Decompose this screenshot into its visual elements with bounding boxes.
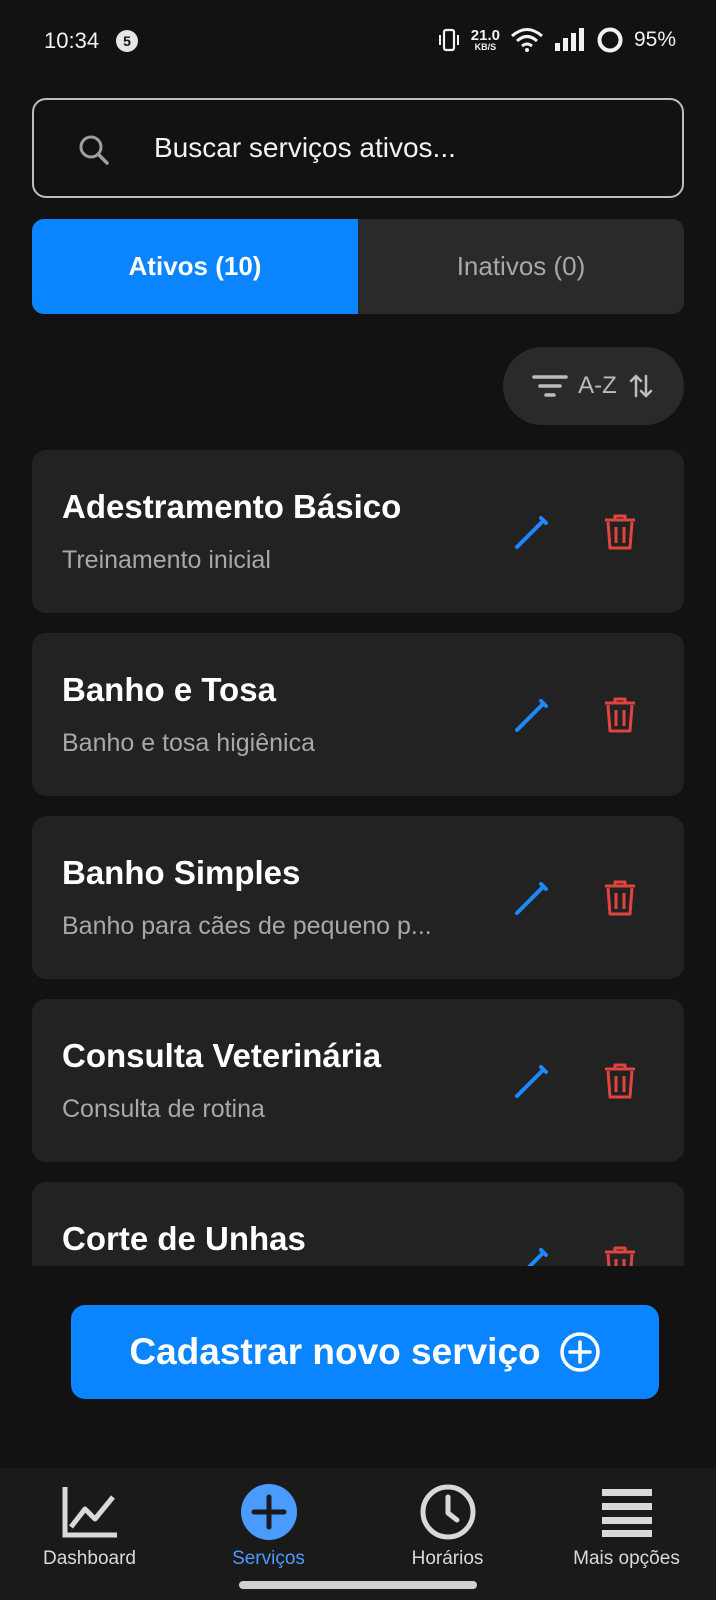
- add-service-label: Cadastrar novo serviço: [129, 1331, 541, 1372]
- list-item[interactable]: Banho e Tosa Banho e tosa higiênica: [32, 633, 684, 796]
- search-icon: [79, 135, 109, 165]
- edit-icon[interactable]: [512, 695, 552, 735]
- edit-icon[interactable]: [512, 1244, 552, 1266]
- wifi-icon: [510, 28, 543, 52]
- nav-item-dashboard[interactable]: Dashboard: [0, 1482, 179, 1592]
- service-title: Adestramento Básico: [62, 488, 402, 525]
- service-title: Corte de Unhas: [62, 1220, 306, 1257]
- service-title: Consulta Veterinária: [62, 1037, 382, 1074]
- search-input[interactable]: [154, 100, 654, 196]
- status-time: 10:34: [44, 28, 100, 53]
- edit-icon[interactable]: [512, 512, 552, 552]
- nav-label-servicos: Serviços: [232, 1548, 305, 1569]
- status-icons: 21.0 KB/S 95%: [437, 26, 676, 54]
- search-bar[interactable]: [32, 98, 684, 198]
- filter-icon: [532, 375, 568, 397]
- edit-icon[interactable]: [512, 1061, 552, 1101]
- sort-arrows-icon: [629, 374, 653, 398]
- add-service-button[interactable]: Cadastrar novo serviço: [71, 1305, 659, 1399]
- list-item[interactable]: Adestramento Básico Treinamento inicial: [32, 450, 684, 613]
- list-item[interactable]: Banho Simples Banho para cães de pequeno…: [32, 816, 684, 979]
- trash-icon[interactable]: [602, 695, 638, 735]
- notification-count-badge: 5: [116, 30, 138, 52]
- status-tabs: Ativos (10) Inativos (0): [32, 219, 684, 314]
- trash-icon[interactable]: [602, 1244, 638, 1266]
- nav-item-servicos[interactable]: Serviços: [179, 1482, 358, 1592]
- nav-item-horarios[interactable]: Horários: [358, 1482, 537, 1592]
- nav-label-dashboard: Dashboard: [43, 1548, 136, 1569]
- battery-ring-icon: [597, 27, 623, 53]
- clock-icon: [420, 1484, 475, 1540]
- tab-inativos[interactable]: Inativos (0): [358, 219, 684, 314]
- service-description: Treinamento inicial: [62, 546, 271, 574]
- vibrate-icon: [438, 28, 459, 52]
- service-title: Banho Simples: [62, 854, 301, 891]
- list-item[interactable]: Consulta Veterinária Consulta de rotina: [32, 999, 684, 1162]
- trash-icon[interactable]: [602, 878, 638, 918]
- nav-label-mais-opcoes: Mais opções: [573, 1548, 680, 1569]
- home-indicator[interactable]: [239, 1581, 477, 1589]
- sort-label: A-Z: [578, 372, 617, 399]
- sort-button[interactable]: A-Z: [503, 347, 684, 425]
- service-description: Banho para cães de pequeno p...: [62, 912, 432, 940]
- nav-label-horarios: Horários: [411, 1548, 484, 1569]
- service-description: Banho e tosa higiênica: [62, 729, 315, 757]
- battery-percentage: 95%: [633, 28, 676, 51]
- tab-ativos[interactable]: Ativos (10): [32, 219, 358, 314]
- chart-line-icon: [62, 1487, 117, 1538]
- trash-icon[interactable]: [602, 1061, 638, 1101]
- nav-item-mais-opcoes[interactable]: Mais opções: [537, 1482, 716, 1592]
- signal-icon: [554, 28, 584, 51]
- plus-circle-icon: [559, 1332, 600, 1372]
- trash-icon[interactable]: [602, 512, 638, 552]
- service-title: Banho e Tosa: [62, 671, 276, 708]
- service-list[interactable]: Adestramento Básico Treinamento inicial …: [32, 450, 684, 1266]
- network-speed: 21.0 KB/S: [470, 27, 500, 52]
- plus-circle-icon: [240, 1484, 297, 1540]
- status-bar: 10:34 5 21.0 KB/S 95%: [0, 0, 716, 80]
- edit-icon[interactable]: [512, 878, 552, 918]
- list-item[interactable]: Corte de Unhas: [32, 1182, 684, 1266]
- menu-icon: [601, 1489, 652, 1537]
- service-description: Consulta de rotina: [62, 1095, 265, 1123]
